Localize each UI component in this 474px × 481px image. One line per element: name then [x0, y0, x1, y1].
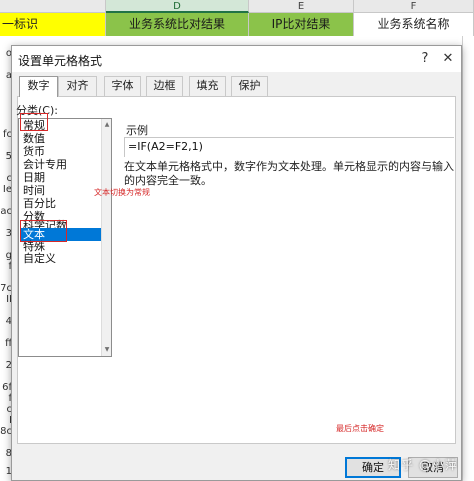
category-accounting[interactable]: 会计专用: [21, 158, 101, 171]
format-cells-dialog: 设置单元格格式 ? ✕ 数字 对齐 字体 边框 填充 保护 分类(C): 常规 …: [11, 45, 462, 481]
tab-font[interactable]: 字体: [104, 76, 141, 96]
tab-border[interactable]: 边框: [146, 76, 183, 96]
category-custom[interactable]: 自定义: [21, 252, 101, 265]
annotation-box-text: [20, 220, 67, 242]
header-cell-id[interactable]: 一标识: [0, 13, 106, 36]
dialog-title: 设置单元格格式: [18, 54, 103, 68]
header-cell-system-name[interactable]: 业务系统名称: [354, 13, 474, 36]
category-time[interactable]: 时间: [21, 184, 101, 197]
tab-alignment[interactable]: 对齐: [58, 76, 97, 96]
scroll-down-icon[interactable]: ▼: [102, 345, 112, 355]
scroll-up-icon[interactable]: ▲: [102, 120, 112, 130]
header-cell-ip-compare[interactable]: IP比对结果: [249, 13, 354, 36]
category-percentage[interactable]: 百分比: [21, 197, 101, 210]
annotation-switch-note: 文本切换为常规: [94, 188, 150, 197]
sheet-grid-edge: [462, 36, 474, 481]
annotation-box-general: [20, 113, 48, 131]
category-currency[interactable]: 货币: [21, 145, 101, 158]
category-scrollbar[interactable]: ▲ ▼: [101, 119, 111, 356]
close-icon[interactable]: ✕: [438, 49, 458, 69]
column-e-header[interactable]: E: [249, 0, 354, 13]
tab-protection[interactable]: 保护: [231, 76, 268, 96]
sample-value: =IF(A2=F2,1): [128, 140, 203, 153]
tab-number[interactable]: 数字: [19, 76, 58, 97]
sheet-header-row: 一标识 业务系统比对结果 IP比对结果 业务系统名称: [0, 13, 474, 36]
zhihu-watermark: 知乎 @小萍: [388, 458, 458, 472]
category-number[interactable]: 数值: [21, 132, 101, 145]
format-description: 在文本单元格格式中，数字作为文本处理。单元格显示的内容与输入的内容完全一致。: [124, 160, 454, 187]
column-d-header[interactable]: D: [106, 0, 249, 13]
header-cell-system-compare[interactable]: 业务系统比对结果: [106, 13, 249, 36]
tab-fill[interactable]: 填充: [189, 76, 226, 96]
column-f-header[interactable]: F: [354, 0, 474, 13]
help-icon[interactable]: ?: [415, 49, 435, 69]
column-letter-bar: D E F: [0, 0, 474, 13]
column-c-header[interactable]: [0, 0, 106, 13]
dialog-titlebar[interactable]: 设置单元格格式 ? ✕: [12, 46, 461, 72]
category-date[interactable]: 日期: [21, 171, 101, 184]
sample-label: 示例: [126, 124, 148, 137]
annotation-confirm-note: 最后点击确定: [336, 424, 384, 433]
